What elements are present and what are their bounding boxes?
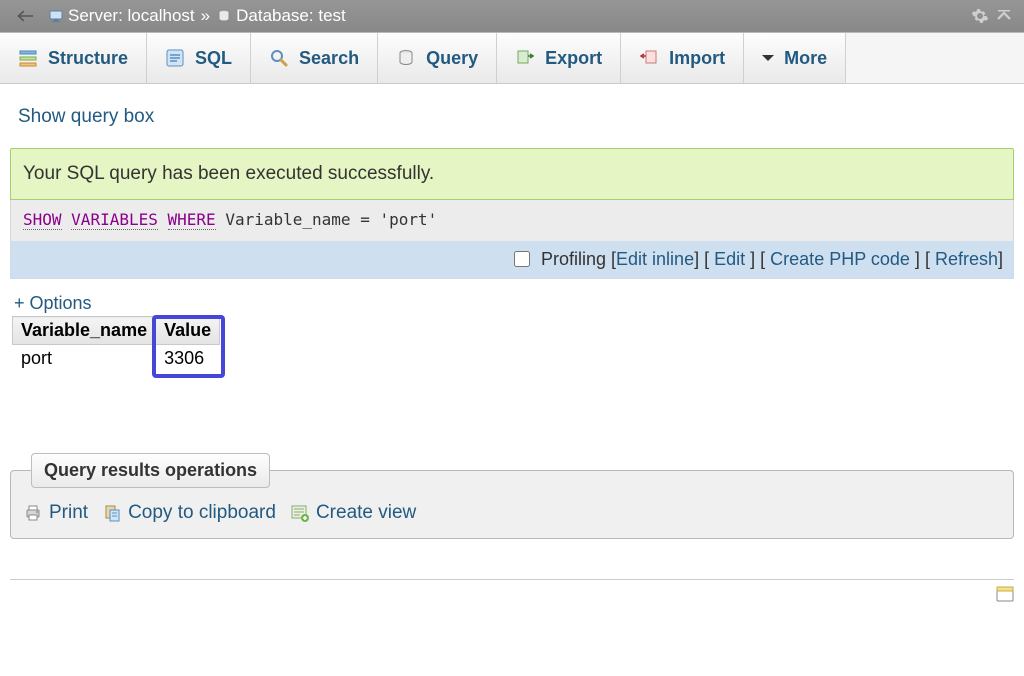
page-settings-button[interactable]: [968, 4, 992, 28]
back-arrow-icon: [16, 9, 34, 23]
tab-label: Search: [299, 48, 359, 69]
collapse-button[interactable]: [992, 4, 1016, 28]
back-button[interactable]: [8, 4, 42, 28]
print-icon: [23, 503, 43, 523]
query-operations-fieldset: Query results operations Print Copy to c…: [10, 453, 1014, 539]
export-icon: [515, 48, 535, 68]
structure-icon: [18, 48, 38, 68]
profiling-checkbox[interactable]: [514, 251, 530, 267]
edit-inline-link[interactable]: Edit inline: [616, 249, 694, 269]
import-icon: [639, 48, 659, 68]
edit-link[interactable]: Edit: [714, 249, 745, 269]
breadcrumb-separator: »: [201, 6, 210, 26]
table-row: port 3306: [13, 345, 220, 373]
create-view-icon: [290, 503, 310, 523]
database-icon: [216, 8, 232, 24]
cell-variable-name: port: [13, 345, 156, 373]
footer-divider: [10, 579, 1014, 580]
print-label: Print: [49, 502, 88, 524]
tab-label: More: [784, 48, 827, 69]
clipboard-icon: [102, 503, 122, 523]
search-icon: [269, 48, 289, 68]
result-table: Variable_name Value port 3306: [12, 316, 220, 373]
breadcrumb-db-label: Database:: [236, 6, 314, 26]
refresh-link[interactable]: Refresh: [935, 249, 998, 269]
tab-label: Export: [545, 48, 602, 69]
success-message: Your SQL query has been executed success…: [10, 148, 1014, 200]
tab-sql[interactable]: SQL: [147, 33, 251, 83]
query-actions-row: Profiling [Edit inline] [ Edit ] [ Creat…: [10, 241, 1014, 279]
content-area: Show query box Your SQL query has been e…: [0, 84, 1024, 539]
options-toggle[interactable]: + Options: [14, 293, 92, 314]
create-php-link[interactable]: Create PHP code: [770, 249, 910, 269]
tab-import[interactable]: Import: [621, 33, 744, 83]
breadcrumb-server-link[interactable]: localhost: [128, 6, 195, 26]
sql-kw-variables: VARIABLES: [71, 210, 158, 230]
breadcrumb-db-link[interactable]: test: [318, 6, 345, 26]
col-value[interactable]: Value: [156, 317, 220, 345]
query-operations-legend: Query results operations: [31, 453, 270, 488]
breadcrumb-server-label: Server:: [68, 6, 123, 26]
query-icon: [396, 48, 416, 68]
caret-down-icon: [762, 55, 774, 67]
tab-label: Structure: [48, 48, 128, 69]
window-icon: [996, 586, 1014, 602]
footer: [0, 586, 1024, 608]
tab-export[interactable]: Export: [497, 33, 621, 83]
tab-query[interactable]: Query: [378, 33, 497, 83]
sql-icon: [165, 48, 185, 68]
cell-value: 3306: [156, 345, 220, 373]
sql-kw-where: WHERE: [168, 210, 216, 230]
tab-label: Query: [426, 48, 478, 69]
open-new-window-button[interactable]: [996, 586, 1014, 602]
tab-label: SQL: [195, 48, 232, 69]
collapse-icon: [995, 7, 1013, 25]
tab-search[interactable]: Search: [251, 33, 378, 83]
copy-clipboard-button[interactable]: Copy to clipboard: [102, 502, 276, 524]
query-operations-actions: Print Copy to clipboard Create view: [23, 502, 1001, 524]
print-button[interactable]: Print: [23, 502, 88, 524]
copy-label: Copy to clipboard: [128, 502, 276, 524]
gear-icon: [971, 7, 989, 25]
profiling-checkbox-label[interactable]: Profiling: [514, 249, 611, 269]
tab-more[interactable]: More: [744, 33, 846, 83]
sql-rest: Variable_name = 'port': [225, 210, 437, 229]
breadcrumb-bar: Server: localhost » Database: test: [0, 0, 1024, 32]
col-variable-name[interactable]: Variable_name: [13, 317, 156, 345]
profiling-label-text: Profiling: [541, 249, 606, 269]
create-view-button[interactable]: Create view: [290, 502, 416, 524]
show-query-box-link[interactable]: Show query box: [10, 92, 162, 148]
tab-label: Import: [669, 48, 725, 69]
server-icon: [48, 8, 64, 24]
sql-kw-show: SHOW: [23, 210, 62, 230]
tab-structure[interactable]: Structure: [0, 33, 147, 83]
tab-strip: Structure SQL Search Query Export Import…: [0, 32, 1024, 84]
sql-echo: SHOW VARIABLES WHERE Variable_name = 'po…: [10, 200, 1014, 241]
table-header-row: Variable_name Value: [13, 317, 220, 345]
create-view-label: Create view: [316, 502, 416, 524]
